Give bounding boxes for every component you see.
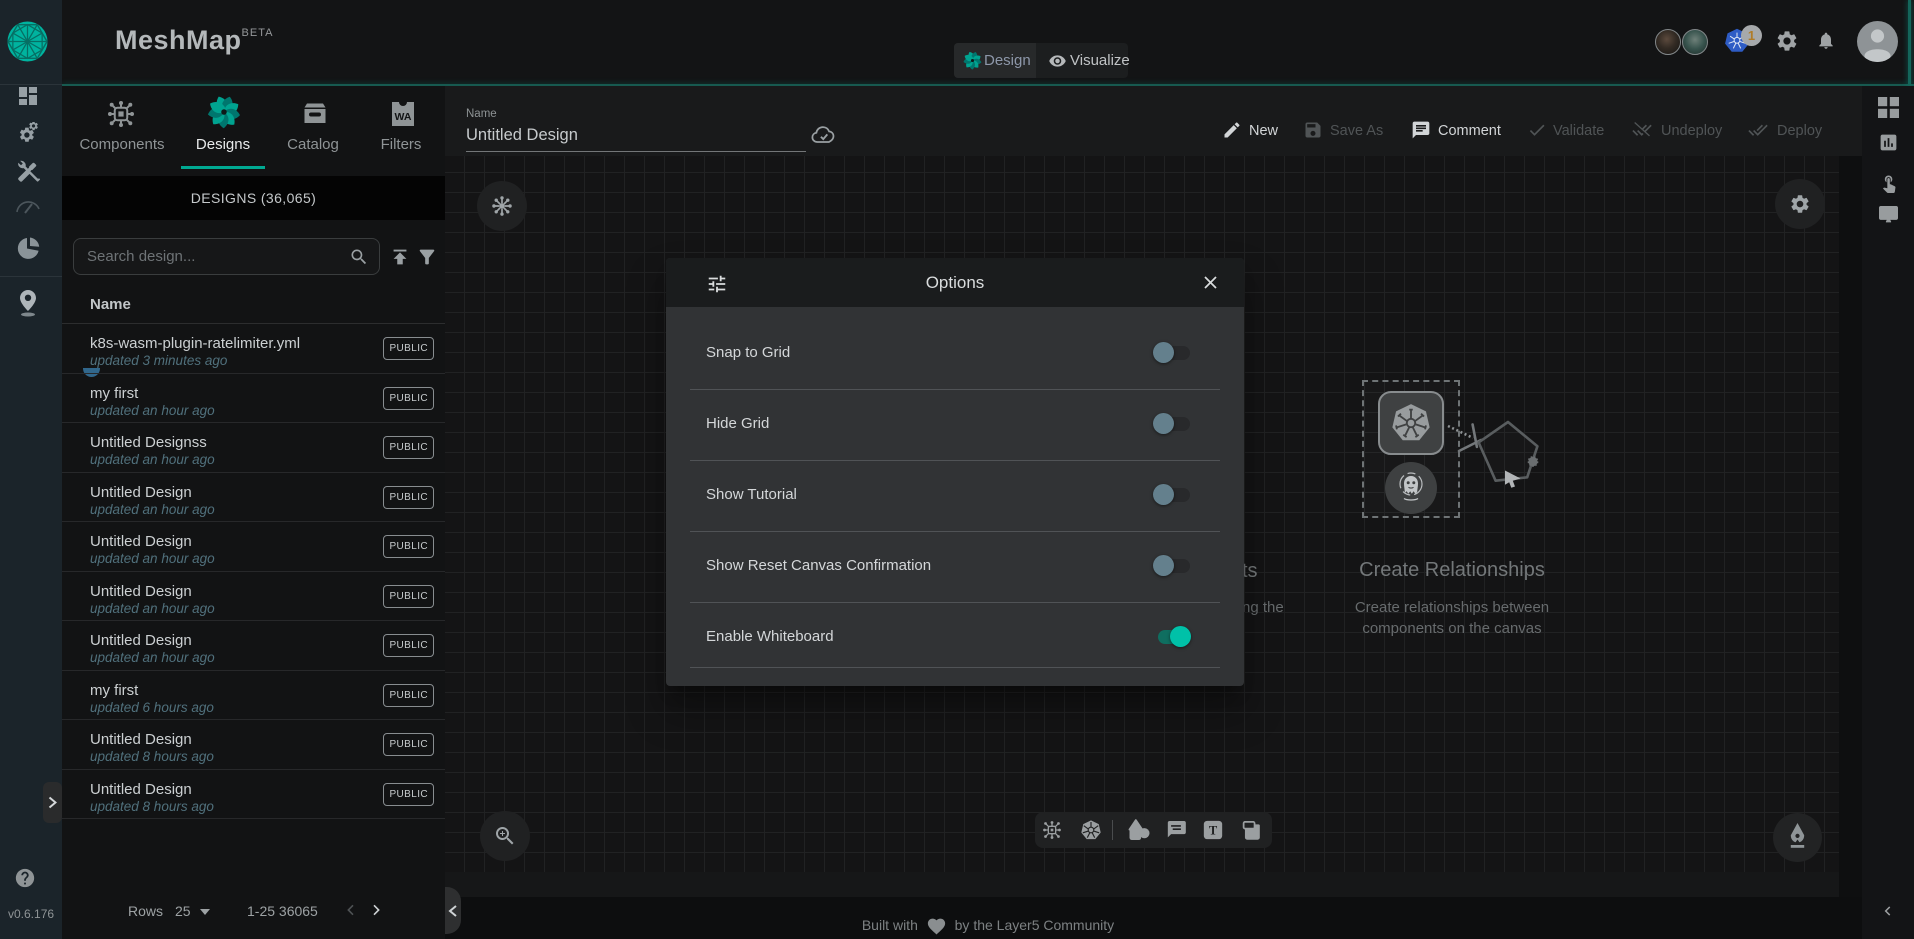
svg-text:T: T [1209,824,1218,838]
svg-text:WA: WA [395,111,412,123]
